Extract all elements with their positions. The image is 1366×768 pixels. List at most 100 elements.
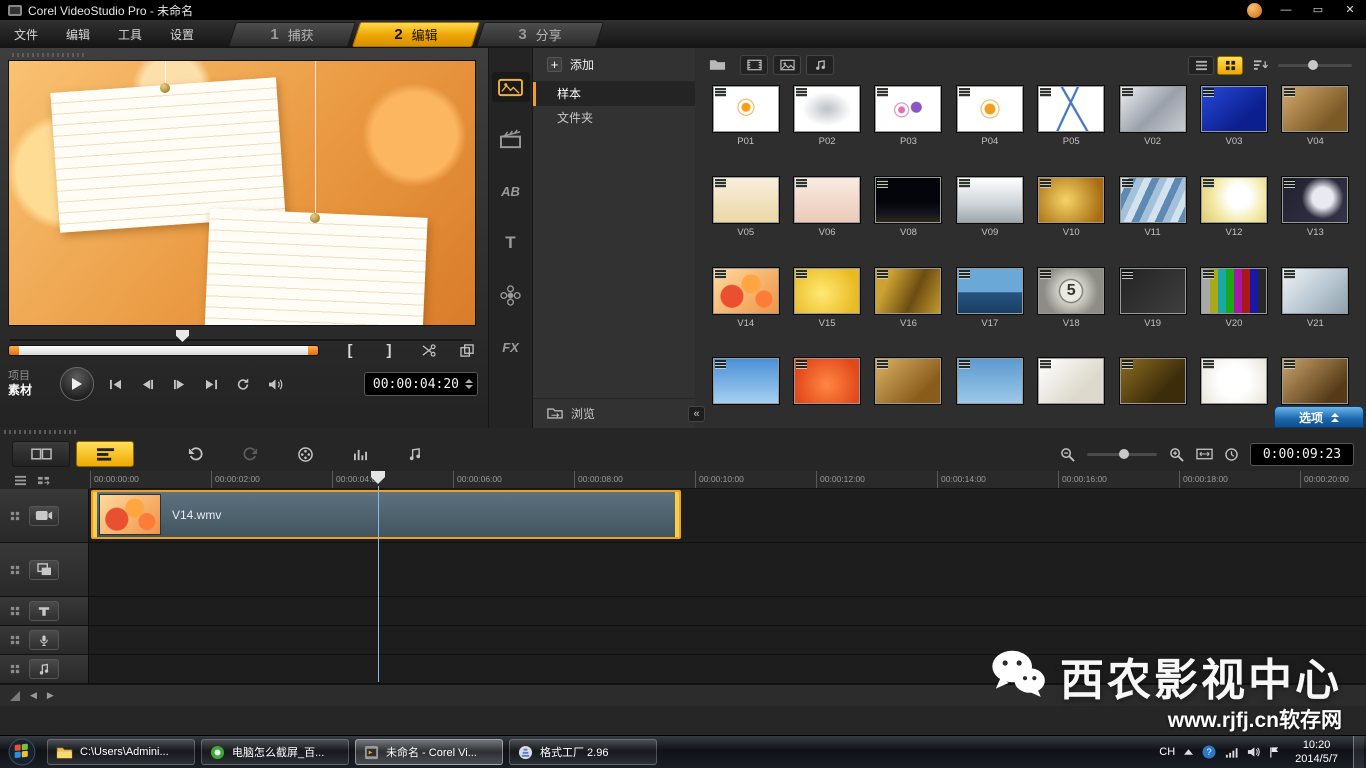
next-frame-button[interactable]: [168, 379, 190, 390]
gallery-thumb-p01[interactable]: P01: [709, 86, 782, 156]
track-manager-icon[interactable]: [14, 475, 27, 486]
track-options-icon[interactable]: [10, 511, 20, 521]
zoom-out-icon[interactable]: [1060, 447, 1075, 462]
track-body-overlay[interactable]: [89, 543, 1366, 596]
gallery-thumb-v14[interactable]: V14: [709, 268, 782, 338]
resize-handle-icon[interactable]: [10, 691, 20, 701]
scroll-left-icon[interactable]: ◀: [30, 690, 37, 701]
clip-mode-label[interactable]: 素材: [8, 383, 48, 398]
close-button[interactable]: ✕: [1342, 5, 1358, 16]
gallery-thumb-v04[interactable]: V04: [1279, 86, 1352, 156]
gallery-thumb-v08[interactable]: V08: [872, 177, 945, 247]
gallery-thumb-r4-30[interactable]: [1197, 358, 1270, 428]
gallery-thumb-v06[interactable]: V06: [790, 177, 863, 247]
gallery-thumb-v13[interactable]: V13: [1279, 177, 1352, 247]
fit-project-icon[interactable]: [1196, 448, 1213, 460]
track-header-music[interactable]: [0, 655, 89, 683]
redo-icon[interactable]: [243, 447, 258, 461]
library-folder-folders[interactable]: 文件夹: [533, 106, 695, 130]
library-folder-samples[interactable]: 样本: [533, 82, 695, 106]
track-body-voice[interactable]: [89, 626, 1366, 654]
filter-audio-button[interactable]: [806, 55, 834, 75]
track-header-title[interactable]: [0, 597, 89, 625]
menu-edit[interactable]: 编辑: [66, 26, 90, 43]
collapse-library-button[interactable]: «: [688, 406, 705, 422]
library-nav-transition-icon[interactable]: AB: [492, 176, 530, 206]
corel-guide-icon[interactable]: [1247, 3, 1262, 18]
gallery-thumb-r4-28[interactable]: [1035, 358, 1108, 428]
gallery-thumb-v03[interactable]: V03: [1197, 86, 1270, 156]
library-nav-instant-project-icon[interactable]: [492, 124, 530, 154]
library-nav-filter-icon[interactable]: FX: [492, 332, 530, 362]
gallery-thumb-p05[interactable]: P05: [1035, 86, 1108, 156]
library-nav-media-icon[interactable]: [492, 72, 530, 102]
tray-expand-icon[interactable]: [1184, 749, 1193, 755]
volume-button[interactable]: [264, 378, 286, 391]
ripple-edit-icon[interactable]: [37, 475, 50, 486]
step-tab-share[interactable]: 3分享: [480, 22, 600, 47]
start-button[interactable]: [5, 736, 39, 768]
mark-out-icon[interactable]: ]: [378, 343, 400, 358]
preview-scrubber[interactable]: [8, 329, 478, 343]
undo-icon[interactable]: [188, 447, 203, 461]
gallery-thumb-p04[interactable]: P04: [953, 86, 1026, 156]
track-options-icon[interactable]: [10, 635, 20, 645]
taskbar-button-browser[interactable]: 电脑怎么截屏_百...: [201, 739, 349, 765]
menu-file[interactable]: 文件: [14, 26, 38, 43]
filter-photo-button[interactable]: [773, 55, 801, 75]
gallery-thumb-r4-25[interactable]: [790, 358, 863, 428]
track-header-video[interactable]: [0, 489, 89, 542]
playhead-line[interactable]: [378, 486, 379, 682]
taskbar-button-formatfactory[interactable]: 格式工厂 2.96: [509, 739, 657, 765]
multi-trim-icon[interactable]: [456, 344, 478, 357]
gallery-thumb-v19[interactable]: V19: [1116, 268, 1189, 338]
gallery-thumb-v17[interactable]: V17: [953, 268, 1026, 338]
gallery-thumb-v09[interactable]: V09: [953, 177, 1026, 247]
track-header-voice[interactable]: [0, 626, 89, 654]
minimize-button[interactable]: —: [1278, 5, 1294, 16]
trim-end-handle[interactable]: [308, 346, 318, 355]
thumbnail-zoom-slider[interactable]: [1278, 64, 1352, 67]
home-button[interactable]: [104, 379, 126, 390]
timeline-ruler[interactable]: 00:00:00:0000:00:02:0000:00:04:0000:00:0…: [90, 471, 1366, 489]
gallery-thumb-r4-24[interactable]: [709, 358, 782, 428]
library-browse-button[interactable]: 浏览: [533, 398, 695, 428]
track-body-music[interactable]: [89, 655, 1366, 683]
filter-video-button[interactable]: [740, 55, 768, 75]
project-mode-label[interactable]: 项目: [8, 370, 48, 384]
gallery-thumb-r4-29[interactable]: [1116, 358, 1189, 428]
gallery-thumb-v15[interactable]: V15: [790, 268, 863, 338]
input-language-indicator[interactable]: CH: [1159, 746, 1175, 758]
project-duration-icon[interactable]: [1225, 448, 1238, 461]
sound-mixer-icon[interactable]: [353, 448, 368, 461]
track-header-overlay[interactable]: [0, 543, 89, 596]
timeline-zoom-slider[interactable]: [1087, 453, 1157, 456]
gallery-thumb-p03[interactable]: P03: [872, 86, 945, 156]
maximize-button[interactable]: ▭: [1310, 5, 1326, 16]
track-body-video[interactable]: V14.wmv: [89, 489, 1366, 542]
playback-mode-switch[interactable]: 项目 素材: [8, 370, 48, 399]
help-tray-icon[interactable]: ?: [1202, 745, 1216, 759]
zoom-in-icon[interactable]: [1169, 447, 1184, 462]
clip-trim-left-handle[interactable]: [93, 492, 97, 537]
options-button[interactable]: 选项: [1274, 406, 1364, 428]
menu-settings[interactable]: 设置: [170, 26, 194, 43]
menu-tools[interactable]: 工具: [118, 26, 142, 43]
preview-timecode[interactable]: 00:00:04:20: [364, 372, 478, 396]
trim-bar[interactable]: [8, 345, 319, 356]
gallery-thumb-p02[interactable]: P02: [790, 86, 863, 156]
mark-in-icon[interactable]: [: [339, 343, 361, 358]
track-body-title[interactable]: [89, 597, 1366, 625]
timecode-spinner[interactable]: [465, 379, 473, 389]
gallery-thumb-v18[interactable]: 5V18: [1035, 268, 1108, 338]
clip-trim-right-handle[interactable]: [675, 492, 679, 537]
library-nav-graphic-icon[interactable]: [492, 280, 530, 310]
step-tab-edit[interactable]: 2编辑: [356, 22, 476, 47]
taskbar-clock[interactable]: 10:20 2014/5/7: [1295, 738, 1338, 767]
volume-icon[interactable]: [1247, 746, 1260, 758]
gallery-thumb-r4-26[interactable]: [872, 358, 945, 428]
split-icon[interactable]: [417, 344, 439, 357]
action-center-flag-icon[interactable]: [1269, 746, 1280, 758]
trim-start-handle[interactable]: [9, 346, 19, 355]
sort-icon[interactable]: [1253, 59, 1268, 71]
